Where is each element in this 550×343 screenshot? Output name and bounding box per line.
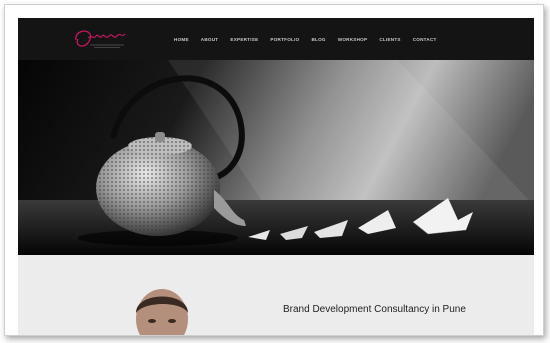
nav-clients[interactable]: CLIENTS: [373, 37, 406, 42]
main-nav: HOME ABOUT EXPERTISE PORTFOLIO BLOG WORK…: [168, 18, 443, 60]
nav-portfolio[interactable]: PORTFOLIO: [264, 37, 305, 42]
nav-blog[interactable]: BLOG: [305, 37, 331, 42]
hero-image: [18, 60, 534, 255]
nav-expertise[interactable]: EXPERTISE: [224, 37, 264, 42]
screenshot-frame: HOME ABOUT EXPERTISE PORTFOLIO BLOG WORK…: [4, 4, 544, 336]
nav-workshop[interactable]: WORKSHOP: [332, 37, 374, 42]
page-headline: Brand Development Consultancy in Pune: [283, 304, 466, 315]
intro-section: Brand Development Consultancy in Pune: [18, 255, 534, 335]
nav-contact[interactable]: CONTACT: [407, 37, 443, 42]
website-viewport: HOME ABOUT EXPERTISE PORTFOLIO BLOG WORK…: [18, 18, 534, 335]
brand-logo[interactable]: [68, 24, 138, 54]
top-navigation-bar: HOME ABOUT EXPERTISE PORTFOLIO BLOG WORK…: [18, 18, 534, 60]
nav-about[interactable]: ABOUT: [195, 37, 225, 42]
nav-home[interactable]: HOME: [168, 37, 195, 42]
founder-portrait-icon: [136, 289, 188, 335]
